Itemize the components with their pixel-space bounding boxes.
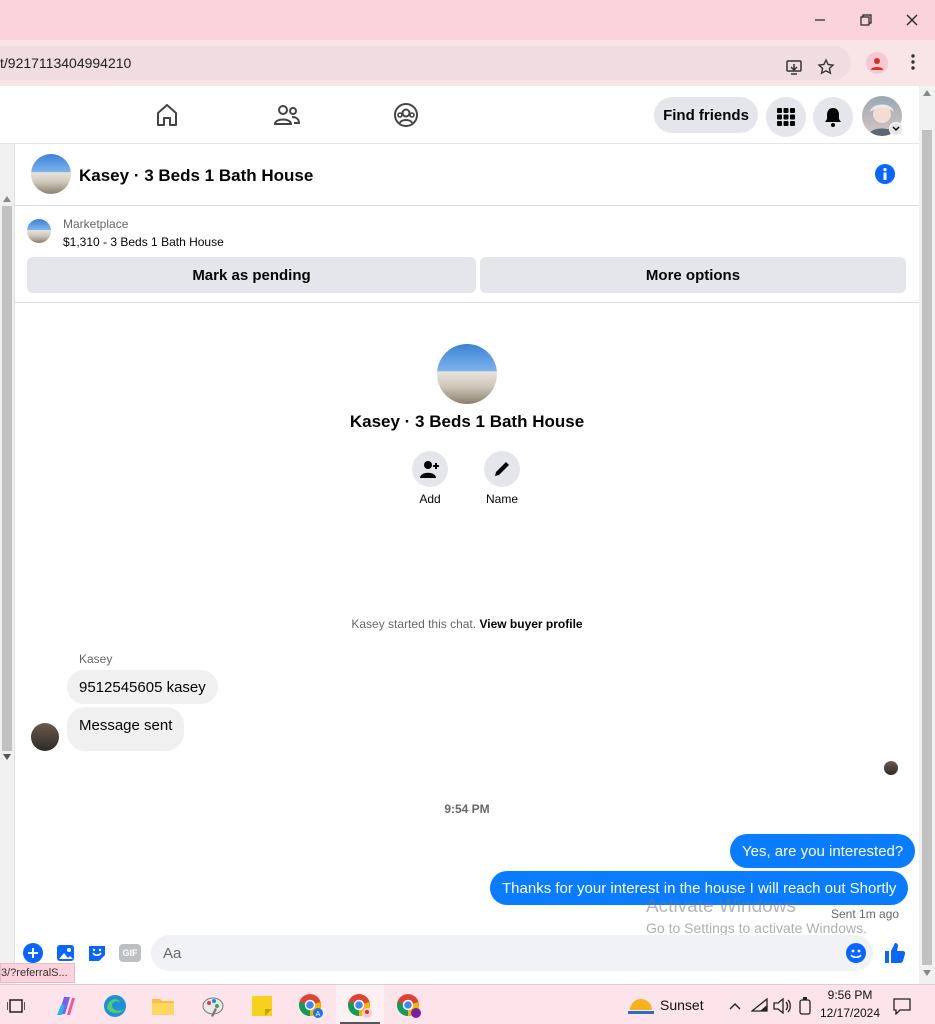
- activate-windows-title: Activate Windows: [646, 896, 796, 917]
- chrome-active-icon[interactable]: [345, 991, 375, 1021]
- mark-as-pending-button[interactable]: Mark as pending: [27, 257, 476, 293]
- photo-attach-icon[interactable]: [56, 943, 76, 963]
- profile-name: Kasey · 3 Beds 1 Bath House: [349, 412, 585, 431]
- sender-avatar[interactable]: [31, 723, 59, 751]
- clock-time[interactable]: 9:56 PM: [816, 988, 884, 1002]
- edge-icon[interactable]: [100, 991, 130, 1021]
- browser-menu-icon[interactable]: [903, 52, 923, 72]
- scroll-up-arrow-icon[interactable]: [3, 196, 11, 202]
- incoming-message[interactable]: Message sent: [67, 707, 185, 751]
- time-divider: 9:54 PM: [444, 802, 490, 816]
- clock-date[interactable]: 12/17/2024: [816, 1006, 884, 1020]
- page-scrollbar[interactable]: [919, 86, 935, 984]
- find-friends-button[interactable]: Find friends: [654, 97, 758, 133]
- gif-icon[interactable]: GIF: [119, 944, 141, 962]
- minimize-icon[interactable]: [807, 8, 833, 32]
- profile-avatar[interactable]: [437, 344, 497, 404]
- emoji-icon[interactable]: [846, 943, 866, 963]
- add-person-icon[interactable]: [412, 451, 448, 487]
- status-link-tooltip: 3/?referralS...: [0, 963, 75, 983]
- listing-title[interactable]: $1,310 - 3 Beds 1 Bath House: [63, 235, 224, 249]
- paint-icon[interactable]: [198, 991, 228, 1021]
- page-scroll-down-arrow-icon[interactable]: [923, 970, 931, 976]
- more-options-button[interactable]: More options: [480, 257, 906, 293]
- page-scrollbar-thumb[interactable]: [922, 130, 932, 965]
- browser-titlebar: [0, 0, 935, 40]
- task-view-icon[interactable]: [1, 991, 31, 1021]
- omnibox[interactable]: t/9217113404994210: [0, 46, 851, 80]
- seen-avatar: [884, 761, 898, 775]
- outgoing-message[interactable]: Yes, are you interested?: [730, 834, 916, 868]
- home-icon[interactable]: [152, 100, 182, 130]
- plus-icon[interactable]: [23, 943, 43, 963]
- marketplace-label: Marketplace: [63, 217, 129, 231]
- chat-start-notice: Kasey started this chat. View buyer prof…: [15, 617, 919, 631]
- bookmark-star-icon[interactable]: [816, 57, 836, 77]
- message-composer: GIF Aa: [15, 934, 919, 974]
- sticky-notes-icon[interactable]: [247, 991, 277, 1021]
- chrome-profile-icon[interactable]: [394, 991, 424, 1021]
- scroll-down-arrow-icon[interactable]: [3, 754, 11, 760]
- left-scrollbar-thumb[interactable]: [2, 206, 12, 751]
- profile-icon[interactable]: [866, 52, 888, 74]
- sender-name: Kasey: [79, 652, 113, 666]
- windows-taskbar: A Sunset 9:56 PM 12/17/2024: [0, 984, 935, 1024]
- chat-title[interactable]: Kasey · 3 Beds 1 Bath House: [79, 166, 313, 186]
- message-input-placeholder: Aa: [163, 945, 182, 962]
- name-label: Name: [485, 492, 518, 506]
- notifications-center-icon[interactable]: [887, 991, 917, 1021]
- address-bar-area: t/9217113404994210: [0, 40, 935, 86]
- add-label: Add: [419, 492, 441, 506]
- chrome-profile-a-icon[interactable]: A: [296, 991, 326, 1021]
- weather-sunset-icon[interactable]: [626, 991, 656, 1021]
- groups-icon[interactable]: [391, 100, 421, 130]
- screen: t/9217113404994210 Find friends Kasey · …: [0, 0, 935, 1024]
- message-input[interactable]: Aa: [151, 935, 873, 971]
- view-buyer-profile-link[interactable]: View buyer profile: [479, 617, 582, 631]
- restore-icon[interactable]: [853, 8, 879, 32]
- chat-header: Kasey · 3 Beds 1 Bath House: [15, 144, 919, 206]
- sticker-icon[interactable]: [87, 943, 107, 963]
- close-icon[interactable]: [899, 8, 925, 32]
- file-explorer-icon[interactable]: [148, 991, 178, 1021]
- copilot-icon[interactable]: [51, 991, 81, 1021]
- svg-text:A: A: [316, 1011, 321, 1018]
- thumbs-up-icon[interactable]: [883, 941, 907, 965]
- sent-status: Sent 1m ago: [831, 907, 900, 921]
- facebook-navbar: Find friends: [0, 86, 935, 144]
- left-panel-edge: [0, 144, 15, 984]
- weather-label[interactable]: Sunset: [660, 997, 704, 1013]
- info-icon[interactable]: [875, 164, 895, 184]
- friends-icon[interactable]: [272, 100, 302, 130]
- chat-avatar[interactable]: [31, 154, 71, 194]
- menu-grid-icon[interactable]: [766, 97, 806, 137]
- install-app-icon[interactable]: [784, 57, 804, 77]
- listing-thumbnail[interactable]: [27, 219, 51, 243]
- edit-pencil-icon[interactable]: [484, 451, 520, 487]
- started-text: Kasey started this chat.: [351, 617, 477, 631]
- incoming-message[interactable]: 9512545605 kasey: [67, 670, 218, 704]
- url-text[interactable]: t/9217113404994210: [0, 55, 131, 71]
- marketplace-bar: Marketplace $1,310 - 3 Beds 1 Bath House…: [15, 207, 919, 303]
- notifications-bell-icon[interactable]: [813, 97, 853, 137]
- page-scroll-up-arrow-icon[interactable]: [923, 90, 931, 96]
- account-chevron-down-icon[interactable]: [889, 122, 903, 136]
